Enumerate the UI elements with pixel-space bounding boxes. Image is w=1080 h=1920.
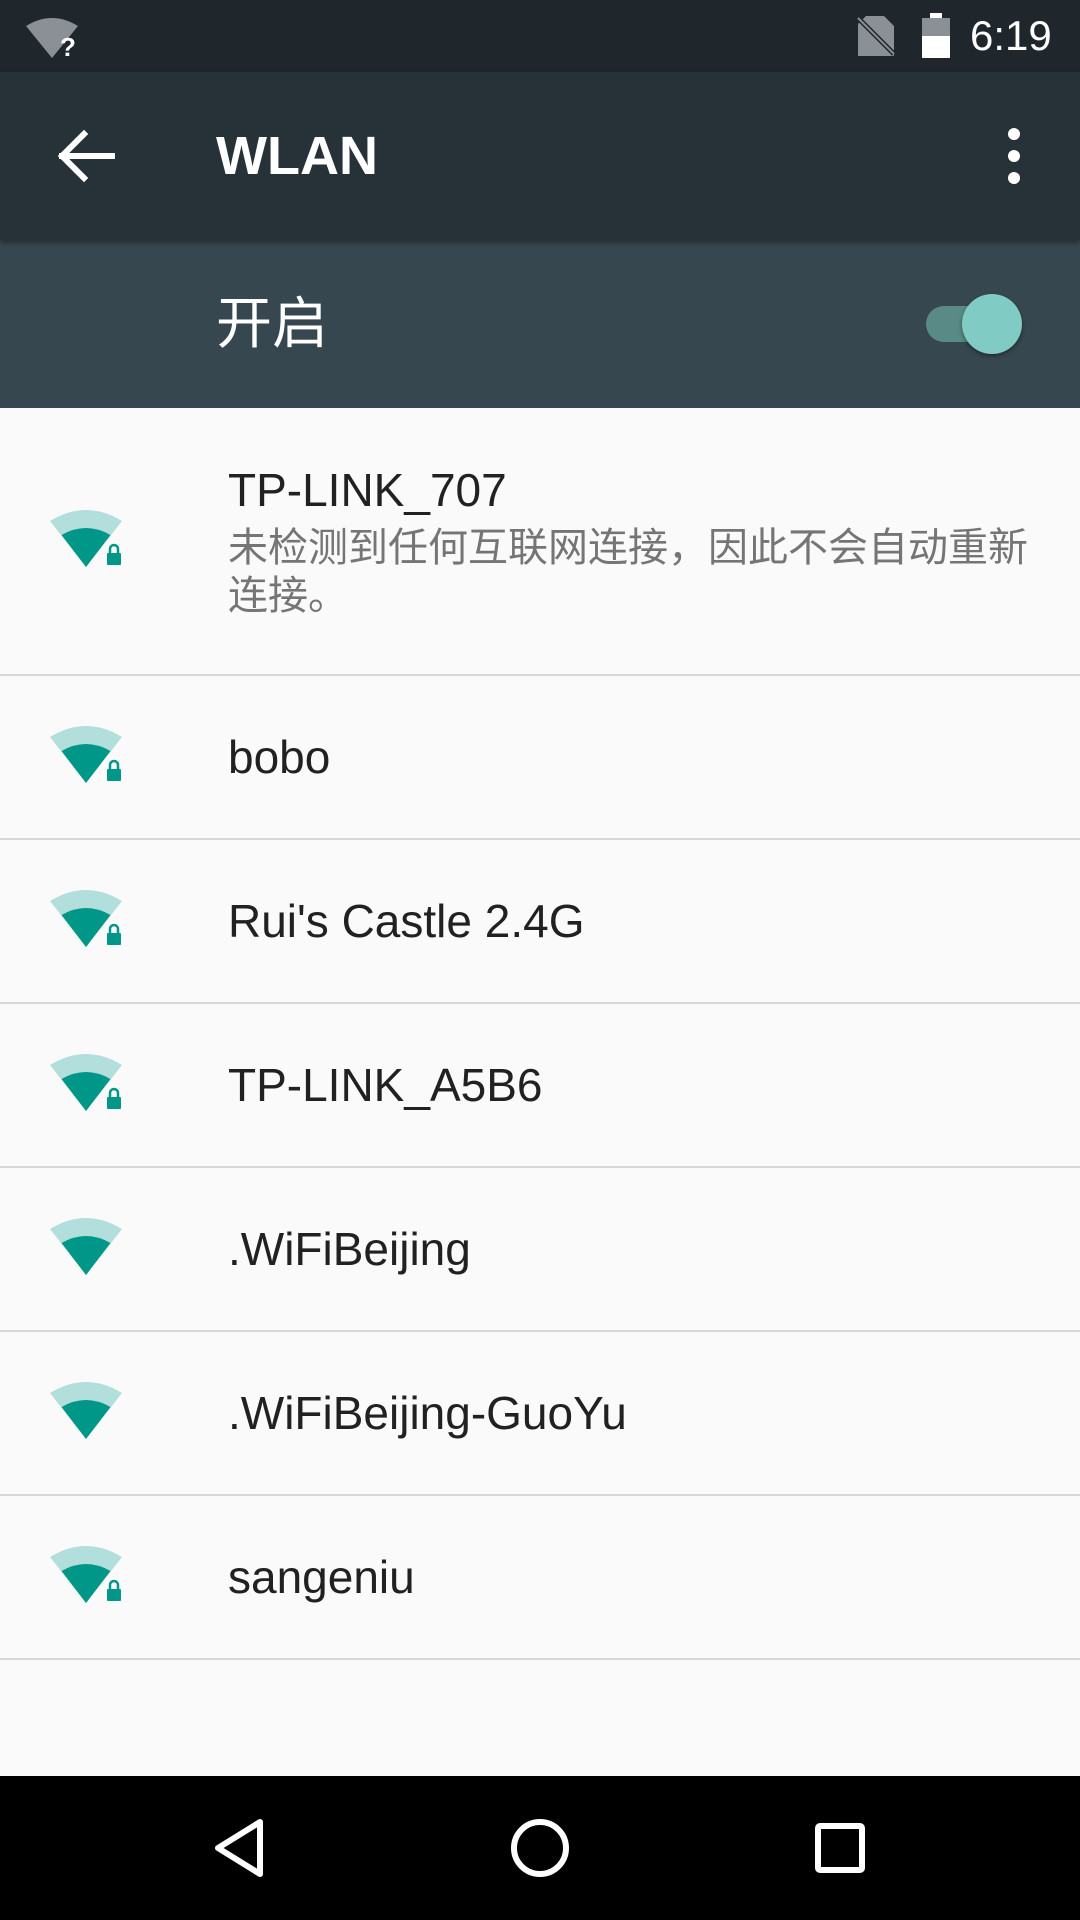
wifi-ssid: TP-LINK_A5B6 bbox=[228, 1059, 543, 1111]
wifi-network-item[interactable]: Rui's Castle 2.4G bbox=[0, 840, 1080, 1004]
wifi-signal-lock-icon bbox=[50, 1054, 122, 1111]
wifi-ssid: .WiFiBeijing bbox=[228, 1223, 471, 1275]
wifi-signal-icon bbox=[50, 1218, 122, 1275]
no-sim-icon bbox=[856, 16, 896, 56]
wifi-signal-lock-icon bbox=[50, 726, 122, 783]
svg-text:?: ? bbox=[60, 32, 76, 60]
switch-label: 开启 bbox=[216, 292, 328, 355]
wifi-signal-lock-icon bbox=[50, 890, 122, 947]
status-clock: 6:19 bbox=[970, 12, 1052, 59]
home-circle-icon[interactable] bbox=[500, 1808, 580, 1888]
more-vert-icon[interactable] bbox=[990, 120, 1038, 192]
page-title: WLAN bbox=[216, 126, 378, 186]
wifi-network-item[interactable]: TP-LINK_A5B6 bbox=[0, 1004, 1080, 1168]
wlan-master-switch-bar[interactable]: 开启 bbox=[0, 240, 1080, 408]
wifi-status-summary: 未检测到任何互联网连接，因此不会自动重新连接。 bbox=[228, 526, 1028, 618]
wifi-network-item[interactable]: bobo bbox=[0, 676, 1080, 840]
back-triangle-icon[interactable] bbox=[200, 1808, 280, 1888]
toggle-thumb bbox=[962, 294, 1022, 354]
battery-icon bbox=[922, 13, 950, 58]
arrow-back-icon[interactable] bbox=[40, 112, 128, 200]
status-bar: ? 6:19 bbox=[0, 0, 1080, 72]
wifi-ssid: sangeniu bbox=[228, 1551, 415, 1603]
wifi-unknown-icon: ? bbox=[26, 18, 78, 60]
app-toolbar: WLAN bbox=[0, 72, 1080, 240]
system-nav-bar bbox=[0, 1776, 1080, 1920]
wifi-signal-lock-icon bbox=[50, 1546, 122, 1603]
wifi-ssid: TP-LINK_707 bbox=[228, 464, 507, 516]
wlan-toggle-switch[interactable] bbox=[920, 292, 1030, 356]
wifi-network-list: TP-LINK_707 未检测到任何互联网连接，因此不会自动重新连接。 bobo… bbox=[0, 408, 1080, 1660]
wifi-signal-icon bbox=[50, 1382, 122, 1439]
wifi-ssid: .WiFiBeijing-GuoYu bbox=[228, 1387, 627, 1439]
wifi-network-item[interactable]: .WiFiBeijing bbox=[0, 1168, 1080, 1332]
wifi-ssid: Rui's Castle 2.4G bbox=[228, 895, 585, 947]
wifi-network-item[interactable]: .WiFiBeijing-GuoYu bbox=[0, 1332, 1080, 1496]
recents-square-icon[interactable] bbox=[800, 1808, 880, 1888]
wifi-signal-lock-icon bbox=[50, 510, 122, 567]
wifi-network-item[interactable]: sangeniu bbox=[0, 1496, 1080, 1660]
wifi-ssid: bobo bbox=[228, 731, 331, 783]
wifi-network-item[interactable]: TP-LINK_707 未检测到任何互联网连接，因此不会自动重新连接。 bbox=[0, 408, 1080, 676]
